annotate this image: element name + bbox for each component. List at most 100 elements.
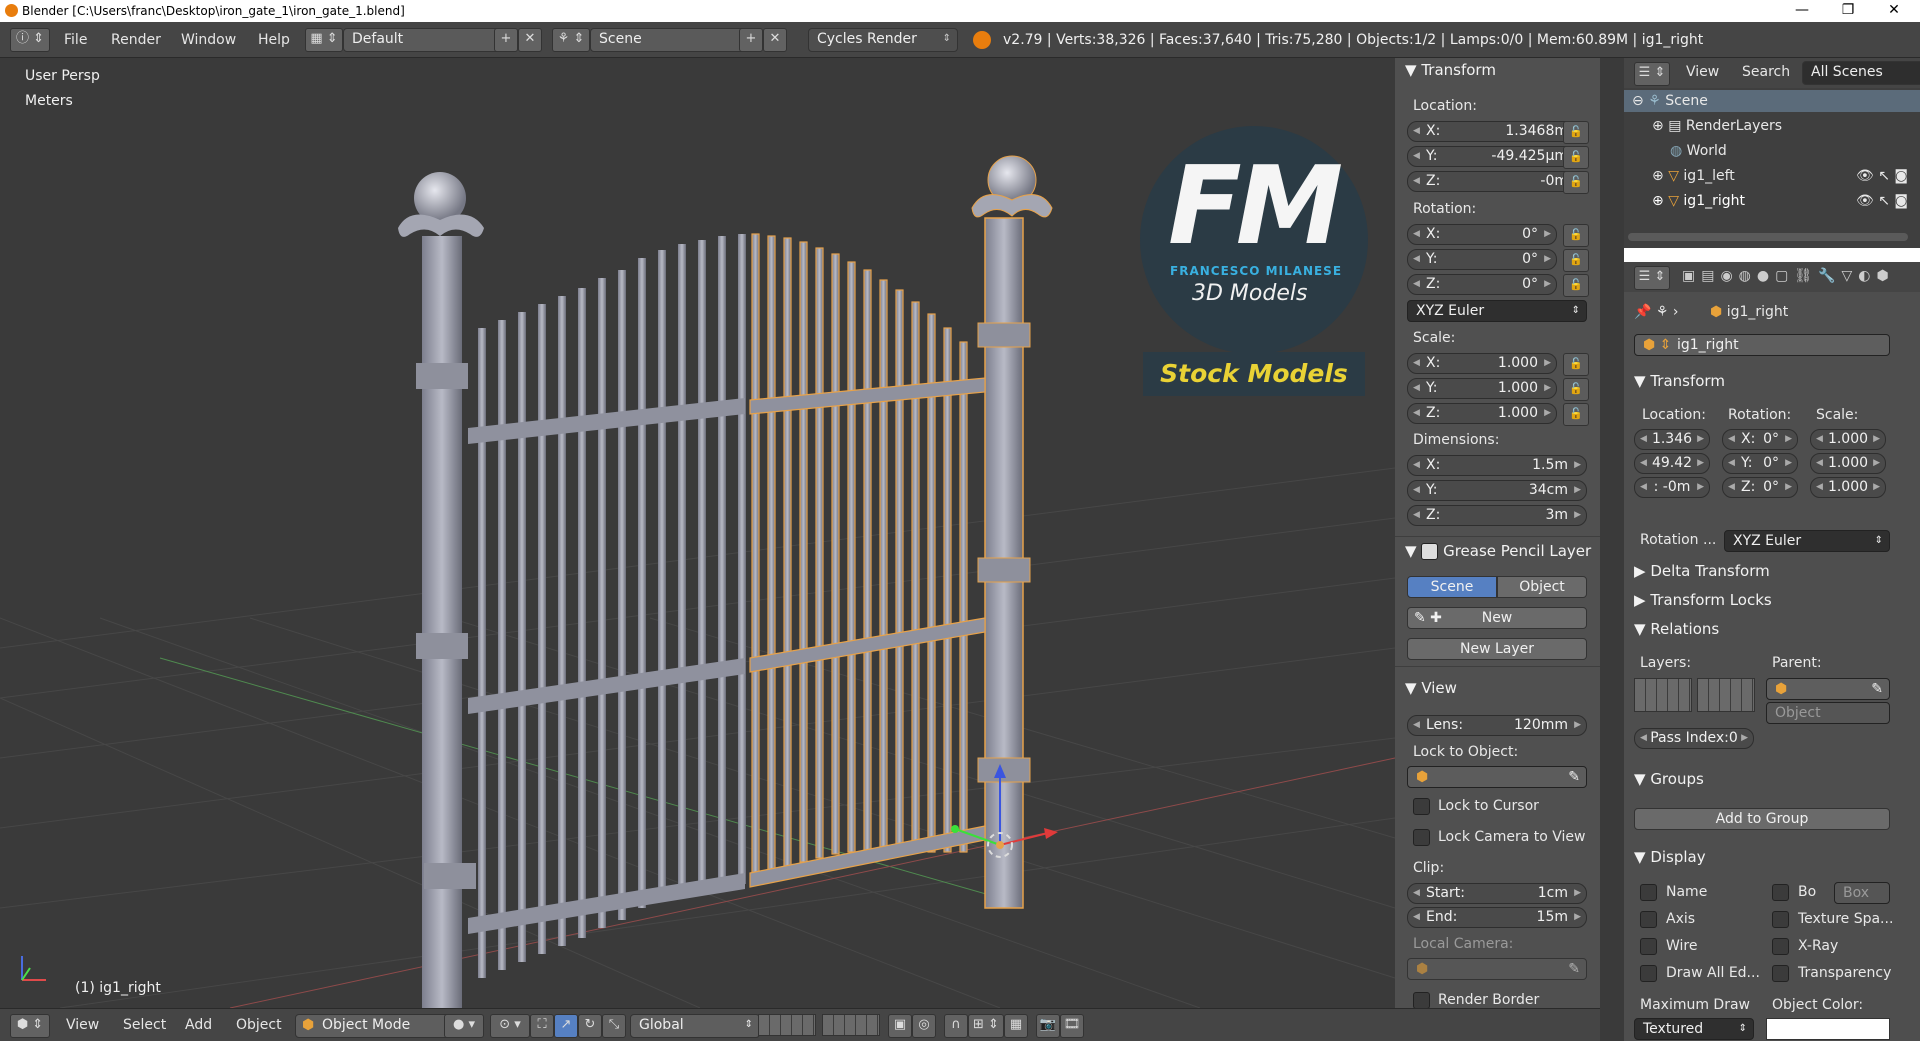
object-name-field[interactable]: ⬢ ⇕ ig1_right bbox=[1634, 334, 1890, 356]
eyedropper-icon[interactable]: ✎ bbox=[1568, 959, 1580, 979]
visibility-eye-icon[interactable]: 👁 ↖ ◙ bbox=[1856, 193, 1908, 209]
remove-screen-icon[interactable]: ✕ bbox=[518, 28, 542, 52]
menu-object[interactable]: Object bbox=[236, 1017, 282, 1033]
dimension-x-field[interactable]: ◀ X: 1.5m ▶ bbox=[1407, 455, 1587, 476]
scale-y-field[interactable]: ◀ Y: 1.000 ▶ bbox=[1407, 378, 1557, 399]
outliner-menu-search[interactable]: Search bbox=[1742, 64, 1790, 80]
editor-type-info-icon[interactable]: ⓘ ⇕ bbox=[10, 28, 50, 52]
snap-element-icon[interactable]: ⊞ ⇕ bbox=[968, 1014, 1004, 1038]
lock-object-field[interactable]: ⬢ ✎ bbox=[1407, 766, 1587, 788]
object-scale-z[interactable]: ◀ 1.000 ▶ bbox=[1810, 477, 1886, 498]
outliner-item[interactable]: ⊖ ⚘ Scene bbox=[1632, 93, 1708, 109]
lens-field[interactable]: ◀ Lens: 120mm ▶ bbox=[1407, 715, 1587, 736]
eyedropper-icon[interactable]: ✎ bbox=[1568, 767, 1580, 787]
render-opengl-icon[interactable]: 📷 bbox=[1036, 1014, 1060, 1038]
transform-orientation-select[interactable]: Global ⇕ bbox=[630, 1014, 760, 1038]
screen-layout-field[interactable]: Default bbox=[343, 28, 503, 52]
lock-icon[interactable]: 🔓 bbox=[1563, 378, 1589, 401]
object-rotation-z[interactable]: ◀ Z: 0° ▶ bbox=[1722, 477, 1798, 498]
grease-pencil-panel-header[interactable]: ▼ Grease Pencil Layer bbox=[1405, 542, 1591, 560]
rotate-manipulator-icon[interactable]: ↻ bbox=[578, 1014, 602, 1038]
menu-select[interactable]: Select bbox=[123, 1017, 166, 1033]
pivot-point-icon[interactable]: ⊙ ▾ bbox=[490, 1014, 530, 1038]
menu-window[interactable]: Window bbox=[181, 32, 236, 48]
pin-icon[interactable]: 📌 ⚘ › bbox=[1634, 304, 1678, 320]
lock-icon[interactable]: 🔓 bbox=[1563, 353, 1589, 376]
restore-button[interactable]: ❐ bbox=[1826, 0, 1870, 22]
object-rotation-y[interactable]: ◀ Y: 0° ▶ bbox=[1722, 453, 1798, 474]
visibility-eye-icon[interactable]: 👁 ↖ ◙ bbox=[1856, 168, 1908, 184]
bounds-type-select[interactable]: Box bbox=[1834, 882, 1890, 904]
object-scale-x[interactable]: ◀ 1.000 ▶ bbox=[1810, 429, 1886, 450]
rotation-z-field[interactable]: ◀ Z: 0° ▶ bbox=[1407, 274, 1557, 295]
eyedropper-icon[interactable]: ✎ bbox=[1871, 679, 1883, 699]
lock-icon[interactable]: 🔓 bbox=[1563, 224, 1589, 247]
display-axis-checkbox[interactable] bbox=[1640, 911, 1657, 928]
menu-render[interactable]: Render bbox=[111, 32, 161, 48]
close-button[interactable]: ✕ bbox=[1872, 0, 1916, 22]
local-camera-field[interactable]: ⬢ ✎ bbox=[1407, 958, 1587, 980]
lock-icon[interactable]: 🔓 bbox=[1563, 274, 1589, 297]
object-rotation-mode-select[interactable]: XYZ Euler ⇕ bbox=[1724, 530, 1890, 552]
outliner-display-mode[interactable]: All Scenes bbox=[1802, 61, 1920, 85]
screen-layout-icon[interactable]: ▦ ⇕ bbox=[305, 28, 343, 52]
outliner-item[interactable]: ⊕ ▤ RenderLayers bbox=[1652, 118, 1782, 134]
dimension-y-field[interactable]: ◀ Y: 34cm ▶ bbox=[1407, 480, 1587, 501]
clip-start-field[interactable]: ◀ Start: 1cm ▶ bbox=[1407, 883, 1587, 904]
object-location-z[interactable]: ◀: -0m ▶ bbox=[1634, 477, 1710, 498]
scale-z-field[interactable]: ◀ Z: 1.000 ▶ bbox=[1407, 403, 1557, 424]
viewport-shading-icon[interactable]: ● ▾ bbox=[444, 1014, 484, 1038]
outliner-item[interactable]: ◍ World bbox=[1670, 143, 1727, 159]
rotation-x-field[interactable]: ◀ X: 0° ▶ bbox=[1407, 224, 1557, 245]
relations-panel[interactable]: ▼ Relations bbox=[1634, 620, 1719, 638]
render-engine-select[interactable]: Cycles Render ⇕ bbox=[808, 28, 958, 52]
display-name-checkbox[interactable] bbox=[1640, 884, 1657, 901]
transform-locks-panel[interactable]: ▶ Transform Locks bbox=[1634, 591, 1772, 609]
location-z-field[interactable]: ◀Z:-0m▶ bbox=[1407, 171, 1587, 192]
lock-icon[interactable]: 🔓 bbox=[1563, 249, 1589, 272]
layer-grid-2[interactable] bbox=[1697, 678, 1755, 712]
render-animation-icon[interactable]: 🎞 bbox=[1060, 1014, 1084, 1038]
display-wire-checkbox[interactable] bbox=[1640, 938, 1657, 955]
object-scale-y[interactable]: ◀ 1.000 ▶ bbox=[1810, 453, 1886, 474]
grease-pencil-tab-object[interactable]: Object bbox=[1497, 576, 1587, 598]
scale-x-field[interactable]: ◀ X: 1.000 ▶ bbox=[1407, 353, 1557, 374]
new-layer-button[interactable]: New Layer bbox=[1407, 638, 1587, 660]
clip-end-field[interactable]: ◀ End: 15m ▶ bbox=[1407, 907, 1587, 928]
display-panel[interactable]: ▼ Display bbox=[1634, 848, 1706, 866]
scene-icon[interactable]: ⚘ ⇕ bbox=[552, 28, 590, 52]
location-x-field[interactable]: ◀X:1.3468m▶ bbox=[1407, 121, 1587, 142]
display-xray-checkbox[interactable] bbox=[1772, 938, 1789, 955]
outliner-menu-view[interactable]: View bbox=[1686, 64, 1719, 80]
manipulator-toggle-icon[interactable]: ⛶ bbox=[530, 1014, 554, 1038]
view-panel-header[interactable]: ▼ View bbox=[1405, 679, 1457, 697]
object-transform-panel-header[interactable]: ▼ Transform bbox=[1634, 372, 1725, 390]
lock-icon[interactable]: 🔓 bbox=[1563, 146, 1589, 169]
snap-target-icon[interactable]: ▦ bbox=[1004, 1014, 1028, 1038]
scale-manipulator-icon[interactable]: ⤡ bbox=[602, 1014, 626, 1038]
object-location-y[interactable]: ◀ 49.42 ▶ bbox=[1634, 453, 1710, 474]
rotation-mode-select[interactable]: XYZ Euler ⇕ bbox=[1407, 300, 1587, 322]
outliner-editor-icon[interactable]: ☰ ⇕ bbox=[1634, 62, 1670, 86]
lock-icon[interactable]: 🔓 bbox=[1563, 403, 1589, 426]
mode-select[interactable]: ⬢Object Mode⇕ bbox=[295, 1014, 465, 1038]
grease-pencil-checkbox[interactable] bbox=[1421, 543, 1439, 560]
menu-view[interactable]: View bbox=[66, 1017, 99, 1033]
outliner-item[interactable]: ⊕ ▽ ig1_left bbox=[1652, 168, 1735, 184]
display-transparency-checkbox[interactable] bbox=[1772, 965, 1789, 982]
lock-layers-icon[interactable]: ▣ bbox=[888, 1014, 912, 1038]
outliner-scrollbar[interactable] bbox=[1628, 233, 1908, 241]
scene-layers-2[interactable] bbox=[822, 1014, 880, 1036]
add-to-group-button[interactable]: Add to Group bbox=[1634, 808, 1890, 830]
maximum-draw-select[interactable]: Textured ⇕ bbox=[1634, 1018, 1754, 1040]
lock-icon[interactable]: 🔓 bbox=[1563, 121, 1589, 144]
lock-camera-checkbox[interactable] bbox=[1413, 829, 1430, 846]
transform-panel-header[interactable]: ▼ Transform bbox=[1405, 61, 1496, 79]
minimize-button[interactable]: — bbox=[1780, 0, 1824, 22]
grease-pencil-tab-scene[interactable]: Scene bbox=[1407, 576, 1497, 598]
add-scene-icon[interactable]: + bbox=[739, 28, 763, 52]
new-grease-pencil-button[interactable]: ✎ ✚ New bbox=[1407, 607, 1587, 629]
location-y-field[interactable]: ◀Y:-49.425µm▶ bbox=[1407, 146, 1587, 167]
object-color-swatch[interactable] bbox=[1766, 1018, 1890, 1040]
area-divider[interactable] bbox=[1600, 58, 1624, 1041]
